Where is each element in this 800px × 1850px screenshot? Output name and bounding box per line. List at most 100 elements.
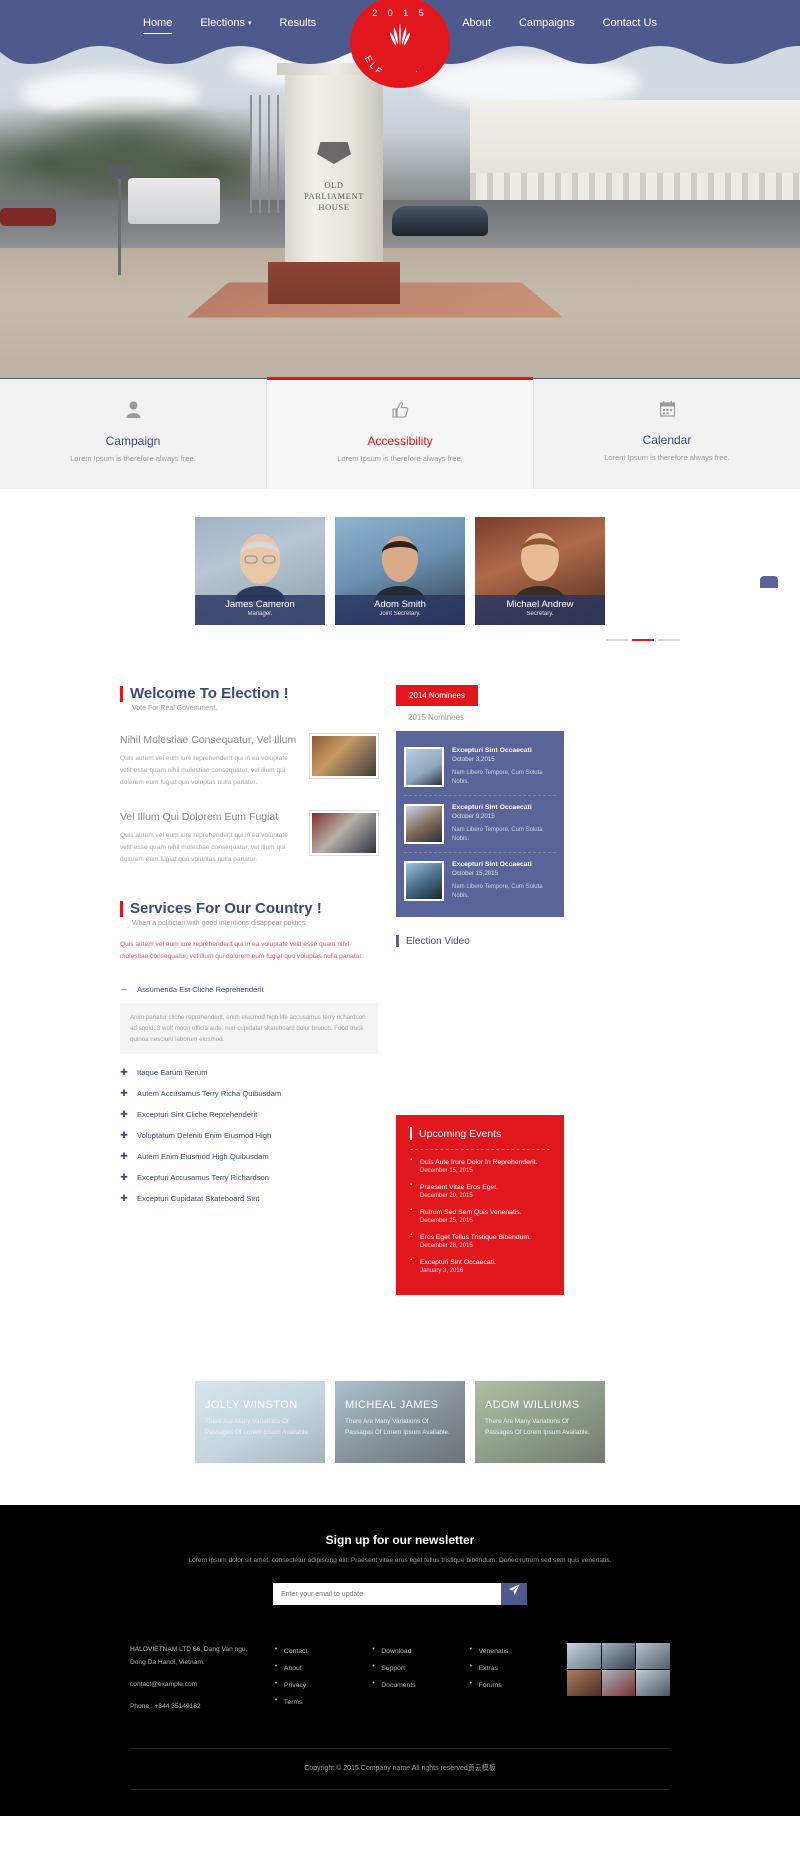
left-column: Welcome To Election ! Vote For Real Gove… bbox=[120, 685, 378, 1209]
nominee-item[interactable]: Excepturi Sint Occaecati October 9,2015 … bbox=[404, 796, 556, 853]
events-title: Upcoming Events bbox=[419, 1127, 502, 1140]
nav-item-campaigns[interactable]: Campaigns bbox=[505, 11, 589, 35]
footer-link-venenatis[interactable]: Venenatis bbox=[470, 1643, 549, 1660]
nav-item-elections[interactable]: Elections ▾ bbox=[186, 11, 265, 35]
event-item[interactable]: Eros Eget Tellus Tristique Bibendum. Dec… bbox=[410, 1229, 550, 1254]
logo-year: 2 0 1 5 bbox=[372, 8, 428, 18]
monument-line-1: OLD bbox=[324, 180, 344, 190]
feature-title: Campaign bbox=[105, 434, 161, 448]
team-slider: James Cameron Manager. Adom Smith Joint … bbox=[0, 489, 800, 641]
welcome-subtitle: Vote For Real Government. bbox=[132, 705, 218, 712]
nominees-list: Excepturi Sint Occaecati October 3,2015 … bbox=[396, 731, 564, 917]
heading-accent-bar bbox=[120, 900, 123, 917]
post-thumbnail[interactable] bbox=[310, 734, 378, 778]
team-card[interactable]: Adom Smith Joint Secretary. bbox=[335, 517, 465, 625]
gallery-card[interactable]: JOLLY WINSTON There Are Many Variations … bbox=[195, 1381, 325, 1463]
footer-thumbnail[interactable] bbox=[636, 1670, 671, 1696]
post-title: Nihil Molestiae Consequatur, Vel Illum bbox=[120, 734, 297, 746]
gallery-card[interactable]: MICHEAL JAMES There Are Many Variations … bbox=[335, 1381, 465, 1463]
footer-link-support[interactable]: Support bbox=[372, 1660, 451, 1677]
team-card[interactable]: James Cameron Manager. bbox=[195, 517, 325, 625]
tab-2014-nominees[interactable]: 2014 Nominees bbox=[396, 685, 478, 706]
scroll-to-top-button[interactable] bbox=[760, 576, 778, 588]
event-item[interactable]: Excepturi Sint Occaecati. January 3, 201… bbox=[410, 1254, 550, 1279]
accordion-item-0[interactable]: – Assumenda Est Cliche Reprehenderit bbox=[120, 979, 378, 999]
nav-item-contact-us[interactable]: Contact Us bbox=[589, 11, 671, 35]
welcome-post: Vel Illum Qui Dolorem Eum Fugiat Quis au… bbox=[120, 811, 378, 866]
post-body: Nihil Molestiae Consequatur, Vel Illum Q… bbox=[120, 734, 300, 789]
services-accordion: – Assumenda Est Cliche Reprehenderit Ani… bbox=[120, 979, 378, 1209]
thumbs-up-icon bbox=[281, 401, 519, 424]
footer-link-privacy[interactable]: Privacy bbox=[275, 1677, 354, 1694]
gallery-overlay: ADOM WILLIUMS There Are Many Variations … bbox=[475, 1381, 605, 1463]
feature-campaign[interactable]: Campaign Lorem Ipsum is therefore always… bbox=[0, 379, 267, 489]
car bbox=[392, 206, 488, 236]
accordion-label: Assumenda Est Cliche Reprehenderit bbox=[137, 984, 264, 994]
event-item[interactable]: Praesent Vitae Eros Eget. December 20, 2… bbox=[410, 1179, 550, 1204]
gallery-overlay: MICHEAL JAMES There Are Many Variations … bbox=[335, 1381, 465, 1463]
accordion-item-3[interactable]: ✚ Excepturi Sint Cliche Reprehenderit bbox=[120, 1104, 378, 1125]
nav-item-results[interactable]: Results bbox=[266, 11, 331, 35]
footer-thumbnail[interactable] bbox=[601, 1643, 636, 1669]
events-heading: Upcoming Events bbox=[410, 1127, 550, 1140]
main-content: Welcome To Election ! Vote For Real Gove… bbox=[0, 641, 800, 1295]
gallery-text: There Are Many Variations Of Passages Of… bbox=[205, 1418, 310, 1436]
footer-link-extras[interactable]: Extras bbox=[470, 1660, 549, 1677]
accordion-item-4[interactable]: ✚ Voluptatum Deleniti Enim Eiusmod High bbox=[120, 1125, 378, 1146]
accordion-item-6[interactable]: ✚ Excepturi Accusamus Terry Richardson bbox=[120, 1167, 378, 1188]
feature-accessibility[interactable]: Accessibility Lorem Ipsum is therefore a… bbox=[267, 377, 534, 489]
footer-email[interactable]: contact@example.com bbox=[130, 1678, 257, 1691]
footer-link-about[interactable]: About bbox=[275, 1660, 354, 1677]
footer-link-forums[interactable]: Forums bbox=[470, 1677, 549, 1694]
accordion-item-2[interactable]: ✚ Autem Accusamus Terry Richa Quibusdam bbox=[120, 1083, 378, 1104]
feature-calendar[interactable]: Calendar Lorem Ipsum is therefore always… bbox=[534, 379, 800, 489]
newsletter-submit-button[interactable] bbox=[501, 1583, 527, 1605]
tab-2015-nominees[interactable]: 2015 Nominees bbox=[396, 706, 564, 731]
accordion-label: Autem Accusamus Terry Richa Quibusdam bbox=[137, 1089, 282, 1098]
bus bbox=[128, 178, 220, 224]
paper-plane-icon bbox=[508, 1584, 520, 1596]
accordion-panel-0: Anim pariatur cliche reprehenderit, enim… bbox=[120, 1003, 378, 1054]
event-date: December 28, 2015 bbox=[420, 1243, 473, 1249]
accordion-item-5[interactable]: ✚ Autem Enim Eiusmod High Quibusdam bbox=[120, 1146, 378, 1167]
gallery-card[interactable]: ADOM WILLIUMS There Are Many Variations … bbox=[475, 1381, 605, 1463]
footer-link-terms[interactable]: Terms bbox=[275, 1694, 354, 1711]
footer-thumbnail[interactable] bbox=[566, 1670, 601, 1696]
team-role: Manager. bbox=[247, 611, 273, 617]
slider-dot[interactable] bbox=[606, 639, 628, 641]
nominee-item[interactable]: Excepturi Sint Occaecati October 15,2015… bbox=[404, 853, 556, 909]
slider-dot-active[interactable] bbox=[632, 639, 654, 641]
accordion-label: Excepturi Accusamus Terry Richardson bbox=[137, 1173, 269, 1182]
footer-thumbnail[interactable] bbox=[601, 1670, 636, 1696]
footer-link-contact[interactable]: Contact bbox=[275, 1643, 354, 1660]
nominee-item[interactable]: Excepturi Sint Occaecati October 3,2015 … bbox=[404, 739, 556, 796]
site-logo[interactable]: 2 0 1 5 ELECTION bbox=[350, 0, 450, 88]
accordion-item-7[interactable]: ✚ Excepturi Cupidatat Skateboard Sint bbox=[120, 1188, 378, 1209]
accordion-item-1[interactable]: ✚ Itaque Earum Rerum bbox=[120, 1062, 378, 1083]
monument-text: OLD PARLIAMENT HOUSE bbox=[285, 180, 383, 213]
election-video-heading: Election Video bbox=[396, 935, 564, 947]
event-item[interactable]: Duis Aute Irure Dolor In Reprehenderit. … bbox=[410, 1154, 550, 1179]
services-lead-text: Quis autem vel eum iure reprehenderit qu… bbox=[120, 941, 364, 960]
services-title: Services For Our Country ! bbox=[130, 900, 322, 917]
team-card[interactable]: Michael Andrew Secretary. bbox=[475, 517, 605, 625]
nav-item-about[interactable]: About bbox=[448, 11, 505, 35]
footer-thumbnail[interactable] bbox=[566, 1643, 601, 1669]
chevron-down-icon: ▾ bbox=[247, 20, 252, 28]
slider-dot[interactable] bbox=[658, 639, 680, 641]
newsletter-section: Sign up for our newsletter Lorem ipsum d… bbox=[0, 1533, 800, 1605]
nav-item-home[interactable]: Home bbox=[129, 11, 186, 35]
footer-link-download[interactable]: Download bbox=[372, 1643, 451, 1660]
accordion-label: Excepturi Cupidatat Skateboard Sint bbox=[137, 1194, 260, 1203]
post-thumbnail[interactable] bbox=[310, 811, 378, 855]
event-item[interactable]: Rutrum Sed Sem Quis Venenatis. December … bbox=[410, 1204, 550, 1229]
footer-thumbnail[interactable] bbox=[636, 1643, 671, 1669]
email-field[interactable] bbox=[273, 1583, 501, 1605]
hero-banner: OLD PARLIAMENT HOUSE Home Elections ▾ Res… bbox=[0, 0, 800, 378]
footer-links-col-1: Contact About Privacy Terms bbox=[275, 1643, 354, 1711]
coat-of-arms-icon bbox=[317, 142, 351, 164]
footer-link-documents[interactable]: Documents bbox=[372, 1677, 451, 1694]
plus-icon: ✚ bbox=[120, 1151, 128, 1161]
footer-columns: HALOVIETNAM LTD 66, Dang Van ngu, Dong D… bbox=[0, 1605, 800, 1722]
nominee-body: Excepturi Sint Occaecati October 3,2015 … bbox=[452, 747, 556, 787]
